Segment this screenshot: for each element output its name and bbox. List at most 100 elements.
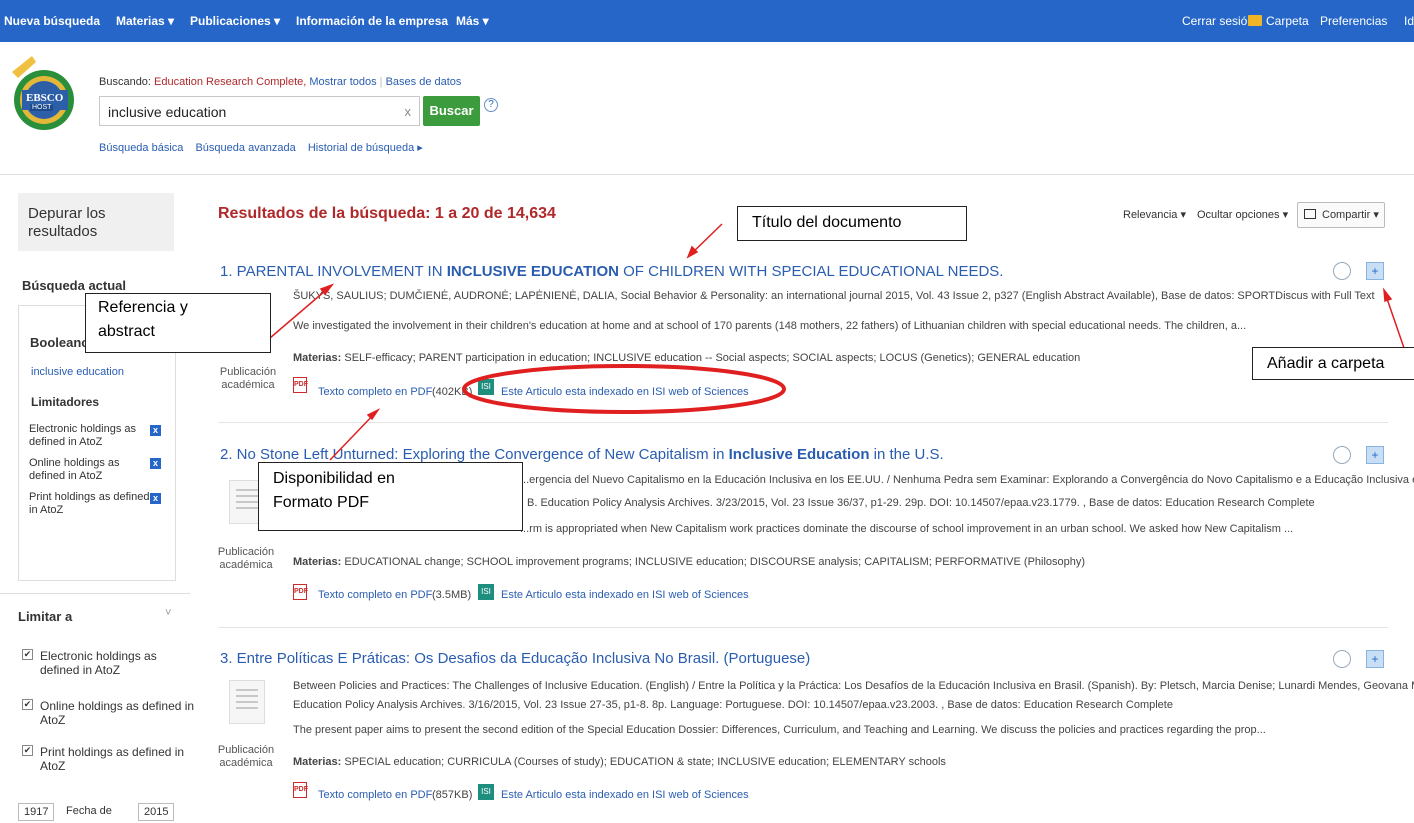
result-2-pubtype-line2: académica — [219, 559, 273, 571]
result-1-title[interactable]: 1. PARENTAL INVOLVEMENT IN INCLUSIVE EDU… — [220, 263, 1003, 280]
result-3-title[interactable]: 3. Entre Políticas E Práticas: Os Desafi… — [220, 650, 810, 667]
isi-icon[interactable]: ISI — [478, 379, 494, 395]
preview-magnifier-icon[interactable] — [1333, 650, 1351, 668]
help-icon[interactable]: ? — [484, 98, 498, 112]
logo-text-ebsco: EBSCO — [26, 92, 64, 104]
result-2-title-bold: Inclusive Education — [728, 446, 870, 463]
database-name: Education Research Complete, — [154, 76, 307, 88]
ebscohost-logo[interactable]: EBSCO HOST — [6, 52, 76, 142]
share-button[interactable]: Compartir ▾ — [1297, 202, 1385, 228]
result-2-title[interactable]: 2. No Stone Left Unturned: Exploring the… — [220, 446, 944, 463]
limit-checkbox-2[interactable]: ✔ — [22, 699, 33, 710]
result-separator — [218, 627, 1388, 628]
result-2-subjects-value: EDUCATIONAL change; SCHOOL improvement p… — [344, 556, 1086, 568]
callout-referencia: Referencia y abstract — [85, 293, 271, 353]
historial-link[interactable]: Historial de búsqueda ▸ — [308, 142, 423, 154]
folder-icon — [1248, 15, 1262, 26]
nav-publicaciones[interactable]: Publicaciones ▾ — [190, 14, 280, 28]
nav-carpeta[interactable]: Carpeta — [1266, 14, 1309, 28]
result-3-pubtype: Publicación académica — [216, 744, 276, 770]
limit-checkbox-1[interactable]: ✔ — [22, 649, 33, 660]
preview-magnifier-icon[interactable] — [1333, 446, 1351, 464]
limit-option-1-line2: defined in AtoZ — [40, 663, 121, 677]
callout-pdf: Disponibilidad en Formato PDF — [258, 462, 523, 531]
nav-nueva-busqueda[interactable]: Nueva búsqueda — [4, 14, 100, 28]
year-from-input[interactable]: 1917 — [18, 803, 55, 821]
callout-titulo: Título del documento — [737, 206, 967, 241]
result-2-subjects-label: Materias: — [293, 556, 342, 568]
limitar-a-heading[interactable]: Limitar a — [18, 609, 72, 624]
pdf-icon[interactable]: PDF — [293, 377, 308, 393]
result-2-isi-link[interactable]: Este Articulo esta indexado en ISI web o… — [501, 589, 749, 601]
result-2-pubtype: Publicación académica — [216, 546, 276, 572]
results-count-heading: Resultados de la búsqueda: 1 a 20 de 14,… — [218, 205, 556, 222]
callout-pdf-line1: Disponibilidad en — [273, 470, 395, 487]
logo-text-host: HOST — [30, 104, 54, 111]
nav-informacion[interactable]: Información de la empresa — [296, 14, 448, 28]
search-mode-links: Búsqueda básica Búsqueda avanzada Histor… — [99, 141, 432, 154]
share-label: Compartir ▾ — [1322, 209, 1379, 221]
mostrar-todos-link[interactable]: Mostrar todos — [309, 76, 376, 88]
nav-materias[interactable]: Materias ▾ — [116, 14, 174, 28]
nav-preferencias[interactable]: Preferencias — [1320, 14, 1387, 28]
limit-option-2-line2: AtoZ — [40, 713, 66, 727]
search-input[interactable] — [108, 103, 388, 121]
clear-icon[interactable]: x — [405, 104, 412, 119]
nav-cerrar-sesion[interactable]: Cerrar sesión — [1182, 14, 1254, 28]
top-navigation-bar: Nueva búsqueda Materias ▾ Publicaciones … — [0, 0, 1414, 42]
pdf-icon[interactable]: PDF — [293, 782, 308, 798]
result-1-isi-link[interactable]: Este Articulo esta indexado en ISI web o… — [501, 386, 749, 398]
add-to-folder-icon[interactable]: + — [1366, 262, 1384, 280]
result-3-pdf-size: (857KB) — [432, 789, 473, 801]
limit-option-3-line1: Print holdings as defined in — [40, 745, 185, 759]
result-2-pdf-size: (3.5MB) — [432, 589, 472, 601]
result-1-pdf-link[interactable]: Texto completo en PDF — [318, 386, 432, 398]
result-separator — [218, 422, 1388, 423]
isi-icon[interactable]: ISI — [478, 584, 494, 600]
nav-truncated-item[interactable]: Id — [1404, 14, 1414, 28]
result-1-title-bold: INCLUSIVE EDUCATION — [446, 263, 619, 280]
limit-option-3-line2: AtoZ — [40, 759, 66, 773]
current-search-heading[interactable]: Búsqueda actual — [22, 278, 126, 293]
preview-magnifier-icon[interactable] — [1333, 262, 1351, 280]
search-box: x — [99, 96, 420, 126]
arrow-head-pdf — [366, 408, 381, 421]
search-scope: Buscando: Education Research Complete, M… — [99, 76, 462, 88]
share-icon — [1304, 209, 1316, 219]
result-3-pubtype-line2: académica — [219, 757, 273, 769]
result-1-subjects: Materias: SELF-efficacy; PARENT particip… — [293, 352, 1080, 364]
pdf-icon[interactable]: PDF — [293, 584, 308, 600]
result-3-subjects-value: SPECIAL education; CURRICULA (Courses of… — [344, 756, 946, 768]
result-3-isi-link[interactable]: Este Articulo esta indexado en ISI web o… — [501, 789, 749, 801]
result-2-meta2: B. Education Policy Analysis Archives. 3… — [527, 497, 1315, 509]
busqueda-avanzada-link[interactable]: Búsqueda avanzada — [195, 142, 295, 154]
result-3-abstract: The present paper aims to present the se… — [293, 724, 1266, 736]
search-button[interactable]: Buscar — [423, 96, 480, 126]
limit-option-1-line1: Electronic holdings as — [40, 649, 157, 663]
sort-relevance-dropdown[interactable]: Relevancia ▾ — [1123, 208, 1186, 221]
result-1-title-pre: 1. PARENTAL INVOLVEMENT IN — [220, 263, 447, 280]
result-2-pdf-link[interactable]: Texto completo en PDF — [318, 589, 432, 601]
result-1-abstract: We investigated the involvement in their… — [293, 320, 1247, 332]
add-to-folder-icon[interactable]: + — [1366, 446, 1384, 464]
year-to-input[interactable]: 2015 — [138, 803, 175, 821]
result-2-subjects: Materias: EDUCATIONAL change; SCHOOL imp… — [293, 556, 1085, 568]
result-1-pdf-size: (402KB) — [432, 386, 473, 398]
callout-pdf-line2: Formato PDF — [273, 494, 370, 511]
result-1-subjects-value: SELF-efficacy; PARENT participation in e… — [344, 352, 1081, 364]
limit-checkbox-3[interactable]: ✔ — [22, 745, 33, 756]
busqueda-basica-link[interactable]: Búsqueda básica — [99, 142, 183, 154]
result-3-subjects-label: Materias: — [293, 756, 342, 768]
result-3-pdf-link[interactable]: Texto completo en PDF — [318, 789, 432, 801]
arrow-head-anadir — [1383, 287, 1393, 303]
fecha-label: Fecha de — [66, 805, 112, 817]
header-divider — [0, 174, 1414, 175]
bases-de-datos-link[interactable]: Bases de datos — [386, 76, 462, 88]
result-3-pubtype-line1: Publicación — [217, 744, 275, 756]
collapse-chevron-icon[interactable]: ˅ — [165, 607, 171, 619]
nav-mas[interactable]: Más ▾ — [456, 14, 489, 28]
document-thumbnail-icon[interactable] — [229, 680, 265, 724]
hide-options-dropdown[interactable]: Ocultar opciones ▾ — [1197, 208, 1288, 221]
isi-icon[interactable]: ISI — [478, 784, 494, 800]
add-to-folder-icon[interactable]: + — [1366, 650, 1384, 668]
